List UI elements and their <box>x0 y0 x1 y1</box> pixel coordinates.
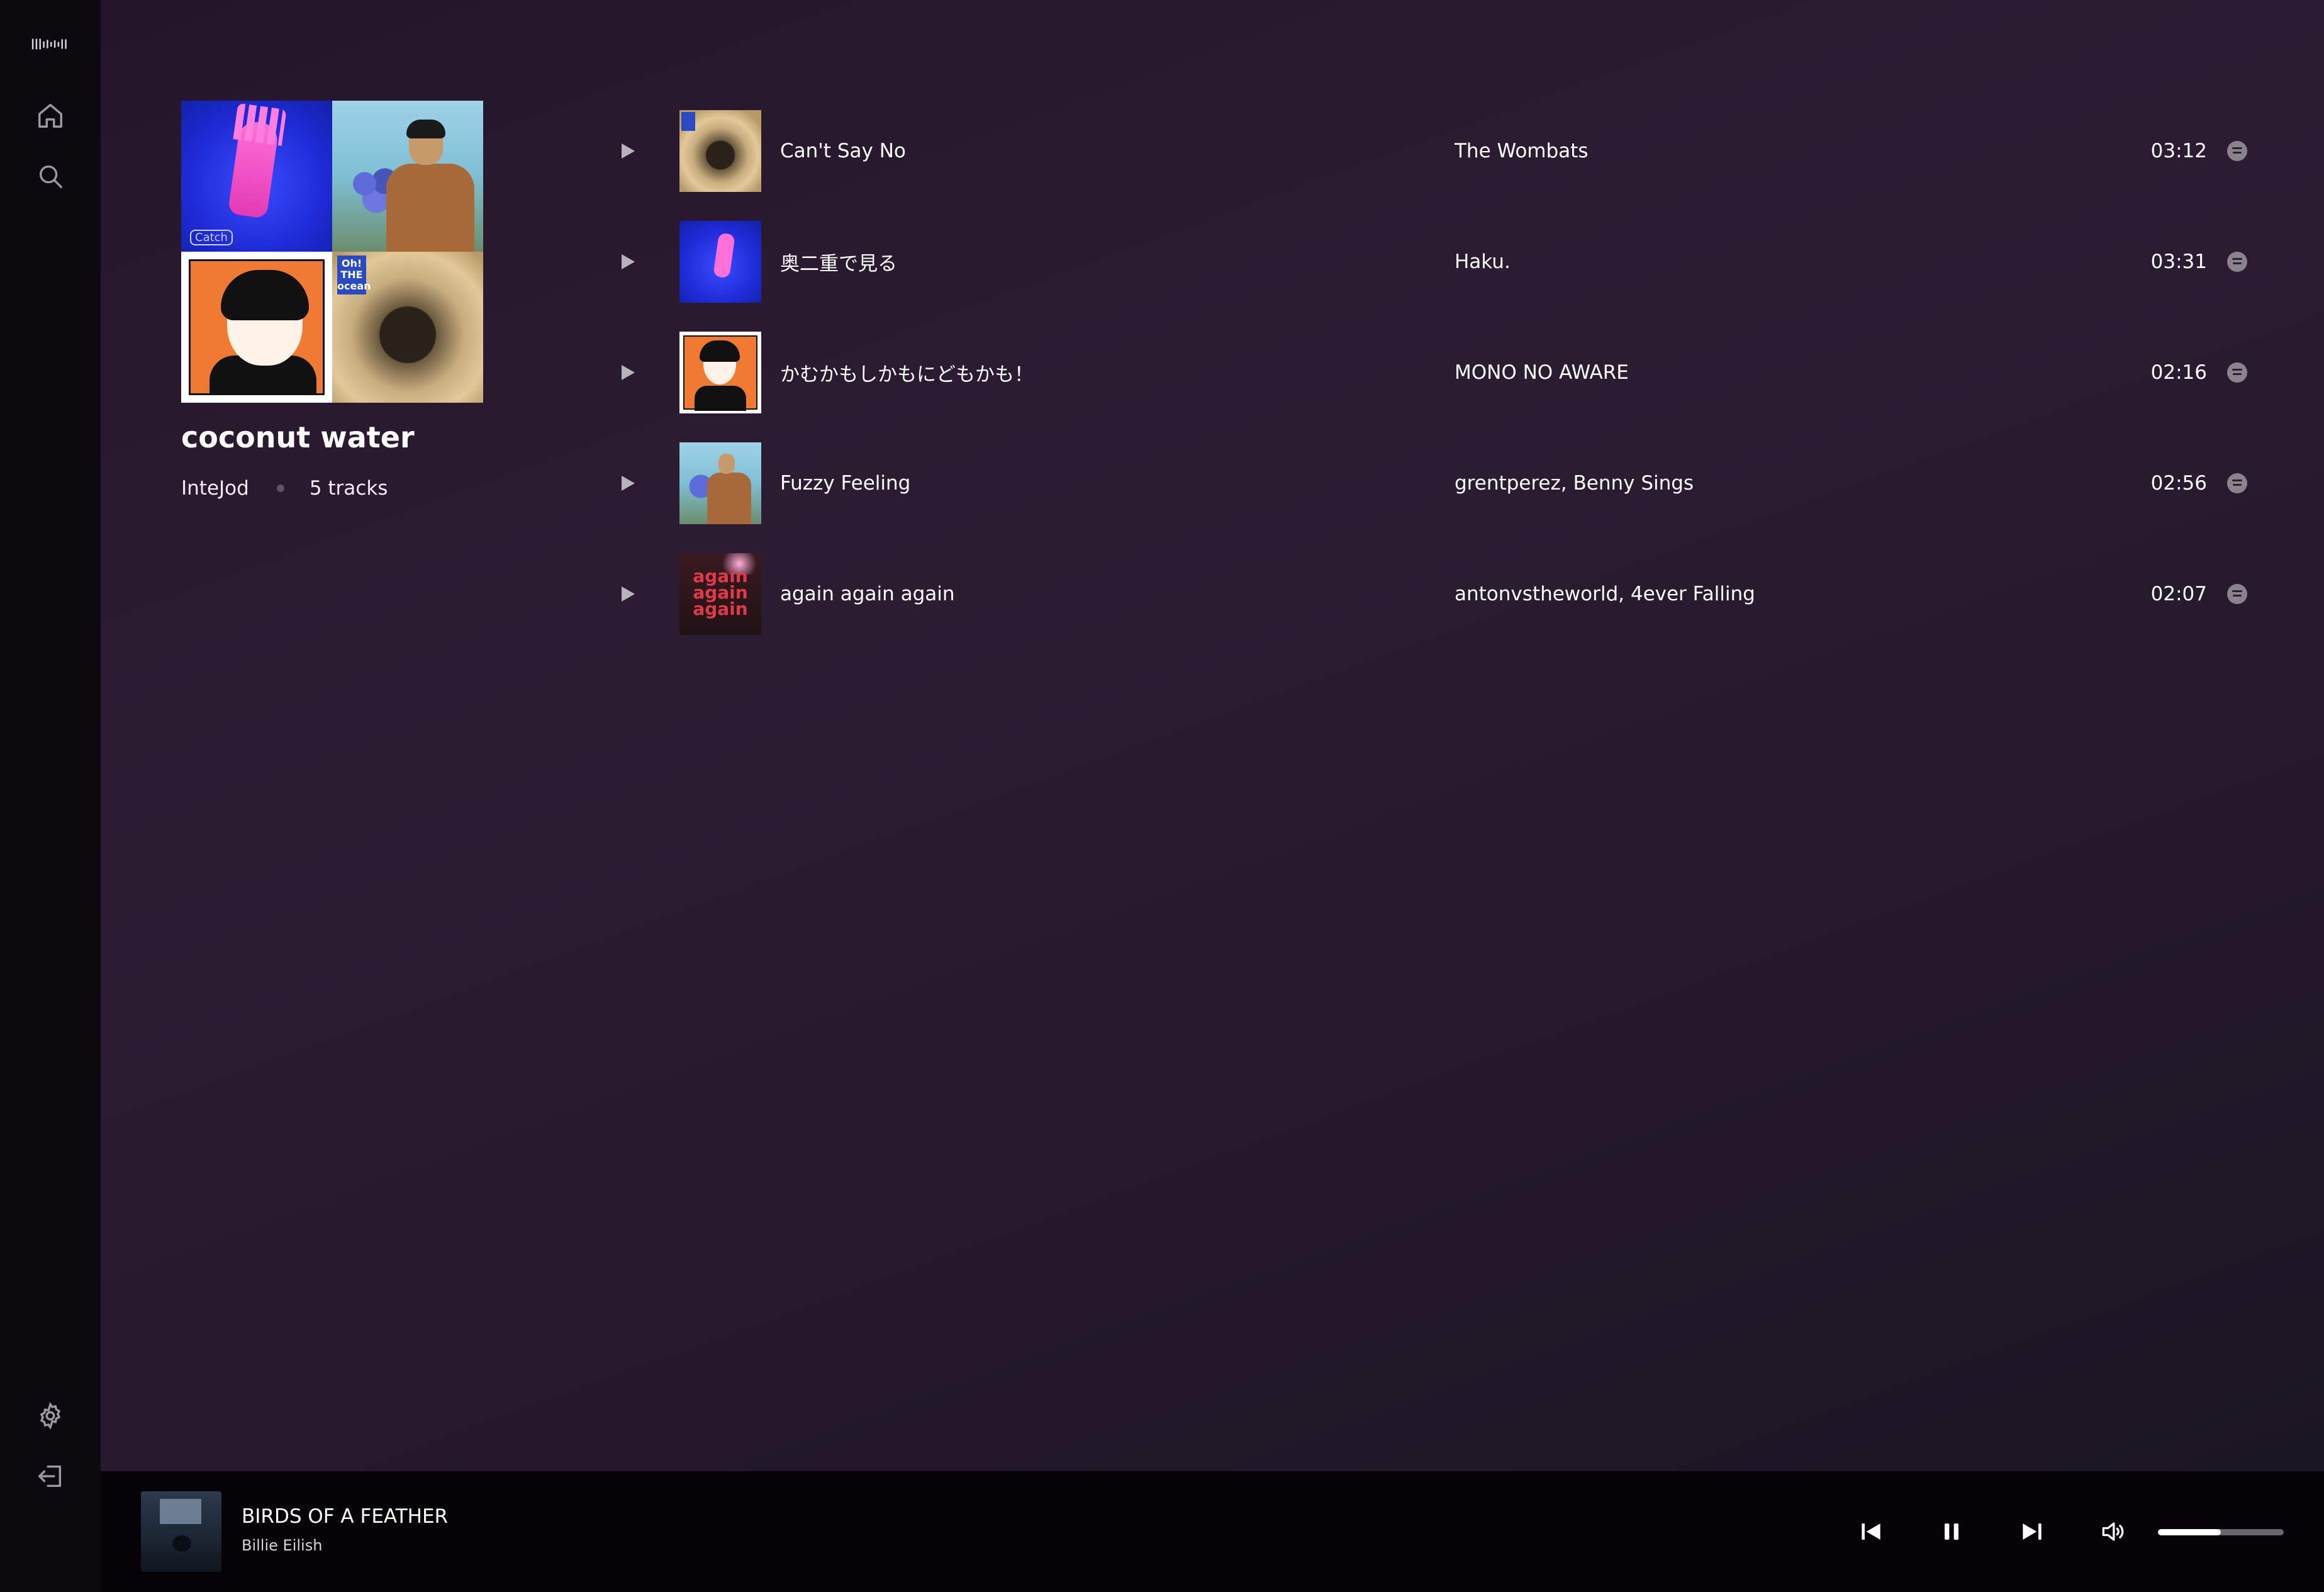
track-artist[interactable]: grentperez, Benny Sings <box>1455 472 1694 495</box>
cover-art-logo: Oh! THE ocean <box>337 255 371 294</box>
spotify-icon[interactable] <box>2227 473 2247 493</box>
track-thumbnail <box>679 442 761 524</box>
playlist-title: coconut water <box>181 420 415 454</box>
track-duration: 02:56 <box>2150 472 2207 495</box>
track-row[interactable]: かむかもしかもにどもかも！ MONO NO AWARE 02:16 <box>604 332 2277 413</box>
track-duration: 02:16 <box>2150 361 2207 384</box>
track-thumbnail <box>679 332 761 413</box>
track-title[interactable]: かむかもしかもにどもかも！ <box>780 359 1034 387</box>
volume-button[interactable] <box>2092 1511 2133 1552</box>
next-track-button[interactable] <box>2012 1511 2052 1552</box>
track-artist[interactable]: Haku. <box>1455 250 1511 273</box>
track-title[interactable]: 奥二重で見る <box>780 248 897 276</box>
volume-slider[interactable] <box>2158 1529 2284 1535</box>
play-icon[interactable] <box>622 254 635 269</box>
track-thumbnail: again again again <box>679 553 761 635</box>
track-thumbnail <box>679 110 761 192</box>
playlist-cover: Catch Oh! THE ocean <box>181 101 483 403</box>
track-artist[interactable]: The Wombats <box>1455 140 1589 162</box>
play-icon[interactable] <box>622 586 635 602</box>
track-duration: 03:12 <box>2150 140 2207 162</box>
volume-slider-fill <box>2158 1529 2221 1535</box>
track-row[interactable]: Fuzzy Feeling grentperez, Benny Sings 02… <box>604 442 2277 524</box>
logo-bars-icon[interactable] <box>31 25 69 63</box>
pause-button[interactable] <box>1931 1511 1972 1552</box>
cover-art-glove: Catch <box>181 101 332 252</box>
track-row[interactable]: Can't Say No The Wombats 03:12 <box>604 110 2277 192</box>
track-duration: 03:31 <box>2150 250 2207 273</box>
spotify-icon[interactable] <box>2227 252 2247 272</box>
search-icon[interactable] <box>31 157 69 195</box>
app: Catch Oh! THE ocean coconut water InteJo… <box>0 0 2324 1592</box>
track-row[interactable]: again again again again again again anto… <box>604 553 2277 635</box>
spotify-icon[interactable] <box>2227 584 2247 604</box>
cover-art-manga <box>181 252 332 403</box>
now-playing-artwork[interactable] <box>141 1491 221 1572</box>
play-icon[interactable] <box>622 365 635 380</box>
track-artist[interactable]: MONO NO AWARE <box>1455 361 1629 384</box>
settings-icon[interactable] <box>31 1397 69 1435</box>
track-thumbnail <box>679 221 761 303</box>
playlist-view: Catch Oh! THE ocean coconut water InteJo… <box>101 0 2324 1471</box>
thumb-word: again <box>693 598 748 619</box>
sidebar <box>0 0 101 1592</box>
play-icon[interactable] <box>622 476 635 491</box>
track-artist[interactable]: antonvstheworld, 4ever Falling <box>1455 583 1755 605</box>
player-bar: BIRDS OF A FEATHER Billie Eilish <box>101 1471 2324 1592</box>
cover-art-eye: Oh! THE ocean <box>332 252 483 403</box>
spotify-icon[interactable] <box>2227 141 2247 161</box>
skip-back-icon <box>1862 1523 1880 1540</box>
now-playing-title[interactable]: BIRDS OF A FEATHER <box>242 1505 448 1528</box>
separator-dot <box>276 485 284 492</box>
home-icon[interactable] <box>31 97 69 135</box>
skip-forward-icon <box>2023 1523 2042 1540</box>
logout-icon[interactable] <box>31 1457 69 1495</box>
track-duration: 02:07 <box>2150 583 2207 605</box>
track-title[interactable]: Can't Say No <box>780 140 906 162</box>
play-icon[interactable] <box>622 143 635 159</box>
playlist-track-count: 5 tracks <box>309 477 388 500</box>
spotify-icon[interactable] <box>2227 362 2247 383</box>
playlist-owner[interactable]: InteJod <box>181 477 249 500</box>
previous-track-button[interactable] <box>1851 1511 1891 1552</box>
pause-icon <box>1945 1523 1958 1540</box>
track-title[interactable]: again again again <box>780 583 955 605</box>
track-row[interactable]: 奥二重で見る Haku. 03:31 <box>604 221 2277 303</box>
cover-art-person <box>332 101 483 252</box>
cover-art-tag: Catch <box>190 230 233 245</box>
volume-icon <box>2102 1522 2124 1541</box>
track-title[interactable]: Fuzzy Feeling <box>780 472 910 495</box>
playlist-meta: InteJod 5 tracks <box>181 477 388 500</box>
now-playing-artist[interactable]: Billie Eilish <box>242 1537 322 1554</box>
